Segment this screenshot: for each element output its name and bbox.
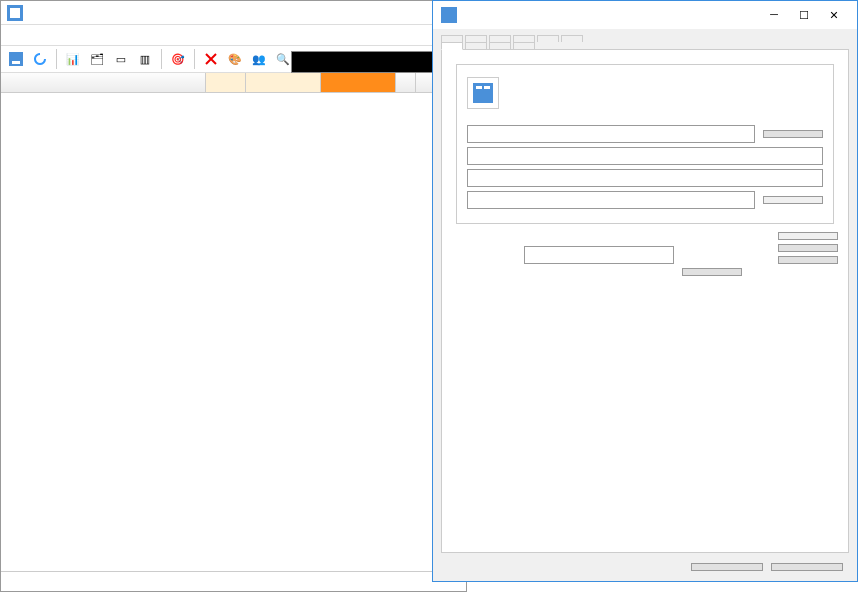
tab-performance-graph[interactable]	[489, 42, 511, 49]
tab-image[interactable]	[441, 42, 463, 50]
save-icon[interactable]	[5, 48, 27, 70]
app-icon	[7, 5, 23, 21]
submit-button[interactable]	[682, 268, 742, 276]
autostart-field[interactable]	[467, 191, 755, 209]
system-info-icon[interactable]: 📊	[62, 48, 84, 70]
tab-image-content	[441, 49, 849, 553]
comment-field[interactable]	[524, 246, 674, 264]
commandline-field[interactable]	[467, 147, 823, 165]
kill-process-icon[interactable]	[200, 48, 222, 70]
dialog-buttons	[433, 553, 857, 581]
kill-process-button[interactable]	[778, 256, 838, 264]
refresh-icon[interactable]	[29, 48, 51, 70]
ok-button[interactable]	[691, 563, 763, 571]
menubar	[1, 25, 466, 45]
currentdir-field[interactable]	[467, 169, 823, 187]
tab-threads[interactable]	[465, 35, 487, 42]
users-icon[interactable]: 👥	[248, 48, 270, 70]
col-pid-extra[interactable]	[396, 73, 416, 92]
properties-dialog: ─ ☐ ✕	[432, 0, 858, 582]
menu-find[interactable]	[69, 33, 85, 37]
lower-pane-icon[interactable]: ▭	[110, 48, 132, 70]
find-window-icon[interactable]: 🎯	[167, 48, 189, 70]
tab-environment[interactable]	[537, 35, 559, 42]
explore-path-button[interactable]	[763, 130, 823, 138]
statusbar	[1, 571, 466, 591]
col-working-set[interactable]	[321, 73, 396, 92]
process-tree[interactable]	[1, 93, 466, 571]
dialog-icon	[441, 7, 457, 23]
process-explorer-window: 📊 🗂 ▭ ▥ 🎯 🎨 👥 🔍	[0, 0, 467, 592]
tab-disk-network[interactable]	[513, 42, 535, 49]
highlight-icon[interactable]: 🎨	[224, 48, 246, 70]
tab-gpu-graph[interactable]	[441, 35, 463, 42]
column-headers	[1, 73, 466, 93]
minimize-icon[interactable]: ─	[759, 3, 789, 27]
col-private-bytes[interactable]	[246, 73, 321, 92]
menu-file[interactable]	[5, 33, 21, 37]
tab-strings[interactable]	[561, 35, 583, 42]
verify-button	[778, 232, 838, 240]
tab-tcpip[interactable]	[489, 35, 511, 42]
menu-help[interactable]	[101, 33, 117, 37]
menu-view[interactable]	[37, 33, 53, 37]
col-cpu[interactable]	[206, 73, 246, 92]
tab-performance[interactable]	[465, 42, 487, 49]
tab-strip	[433, 29, 857, 49]
dlls-icon[interactable]: ▥	[134, 48, 156, 70]
col-process[interactable]	[1, 73, 206, 92]
menu-users[interactable]	[85, 33, 101, 37]
main-titlebar	[1, 1, 466, 25]
tree-icon[interactable]: 🗂	[86, 48, 108, 70]
close-icon[interactable]: ✕	[819, 3, 849, 27]
maximize-icon[interactable]: ☐	[789, 3, 819, 27]
bring-to-front-button[interactable]	[778, 244, 838, 252]
path-field[interactable]	[467, 125, 755, 143]
tab-security[interactable]	[513, 35, 535, 42]
image-file-group	[456, 64, 834, 224]
cancel-button[interactable]	[771, 563, 843, 571]
dialog-titlebar: ─ ☐ ✕	[433, 1, 857, 29]
menu-process[interactable]	[53, 33, 69, 37]
explore-autostart-button	[763, 196, 823, 204]
executable-icon	[467, 77, 499, 109]
menu-options[interactable]	[21, 33, 37, 37]
